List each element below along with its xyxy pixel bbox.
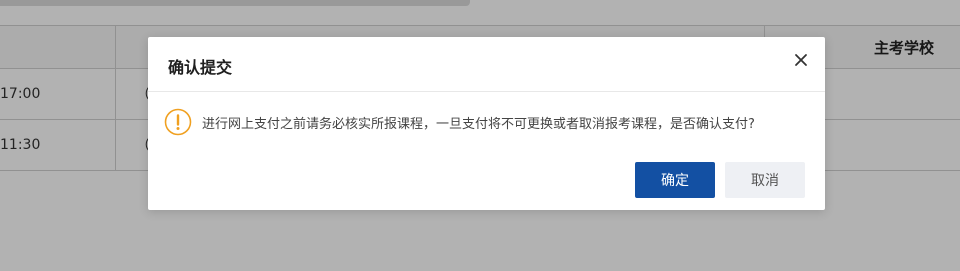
close-icon[interactable] [793,52,809,68]
confirm-button[interactable]: 确定 [635,162,715,198]
dialog-header: 确认提交 [148,37,825,92]
warning-icon [164,108,192,136]
confirm-dialog: 确认提交 进行网上支付之前请务必核实所报课程，一旦支付将不可更换或者取消报考课程… [148,37,825,210]
dialog-message: 进行网上支付之前请务必核实所报课程，一旦支付将不可更换或者取消报考课程，是否确认… [202,116,755,132]
dialog-title: 确认提交 [168,58,233,77]
dialog-body: 进行网上支付之前请务必核实所报课程，一旦支付将不可更换或者取消报考课程，是否确认… [164,108,755,136]
cancel-button[interactable]: 取消 [725,162,805,198]
page: 主考学校 17:00 （ 11:30 （ 确认提交 进行网上支付之前请务必核实所… [0,0,960,271]
